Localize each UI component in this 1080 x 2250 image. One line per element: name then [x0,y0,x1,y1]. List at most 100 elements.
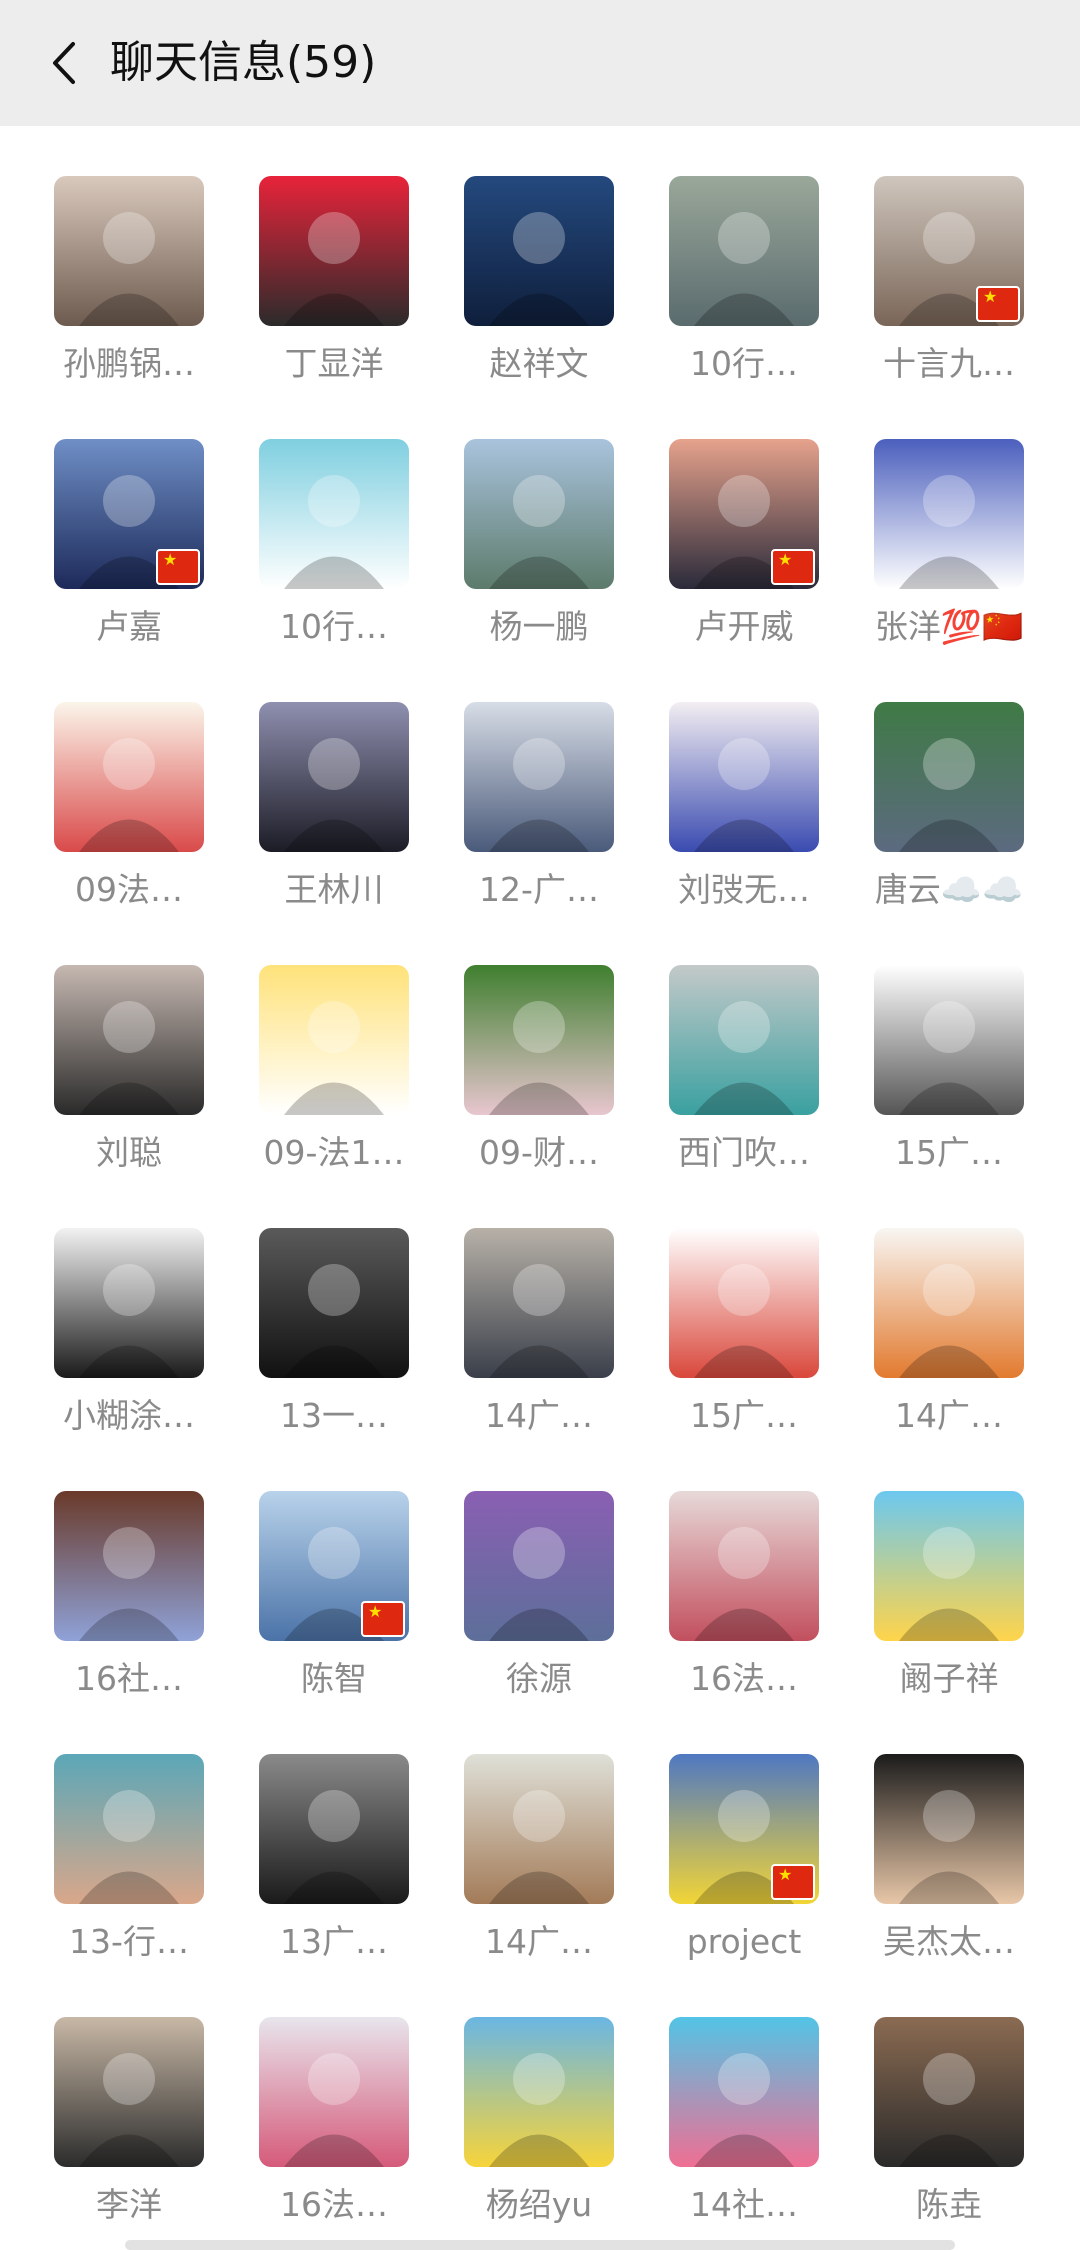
member-item[interactable]: 孙鹏锅… [4,126,204,389]
member-item[interactable]: 16法… [209,1967,409,2230]
member-name: 14广… [895,1396,1003,1435]
member-item[interactable]: 14广… [414,1178,614,1441]
avatar-woman-with-baby [54,176,204,326]
avatar-man-in-suit [259,1228,409,1378]
member-item[interactable]: 徐源 [414,1441,614,1704]
member-item[interactable]: 刘弢无… [619,652,819,915]
member-item[interactable]: 卢开威 [619,389,819,652]
member-item[interactable]: 陈智 [209,1441,409,1704]
member-item[interactable]: 李洋 [4,1967,204,2230]
member-item[interactable]: 14社… [619,1967,819,2230]
avatar-man-in-suit [464,176,614,326]
member-item[interactable]: 09-财… [414,915,614,1178]
avatar-sky-jumper [259,1491,409,1641]
member-item[interactable]: 西门吹… [619,915,819,1178]
member-item[interactable]: 09法… [4,652,204,915]
member-item[interactable]: 杨一鹏 [414,389,614,652]
avatar-cartoon-tom-cat [464,1491,614,1641]
member-item[interactable]: 13广… [209,1704,409,1967]
member-name: 15广… [895,1133,1003,1172]
avatar-two-photos [874,1754,1024,1904]
avatar-pikachu [464,2017,614,2167]
member-name: 丁显洋 [284,344,384,383]
member-item[interactable]: 杨绍yu [414,1967,614,2230]
member-name: 唐云☁️☁️ [874,870,1024,909]
member-name: 刘弢无… [678,870,810,909]
member-item[interactable]: 王林川 [209,652,409,915]
member-item[interactable]: 吴杰太… [824,1704,1024,1967]
member-item[interactable]: project [619,1704,819,1967]
avatar-anime-pink-hair [259,2017,409,2167]
member-item[interactable]: 15广… [619,1178,819,1441]
member-name: 14社… [690,2185,798,2224]
member-item[interactable]: 13-行… [4,1704,204,1967]
member-item[interactable]: 张洋💯🇨🇳 [824,389,1024,652]
member-item[interactable]: 丁显洋 [209,126,409,389]
avatar-child-garden [464,965,614,1115]
avatar-dark-warrior [259,1754,409,1904]
avatar-young-boy [464,702,614,852]
member-item[interactable]: 小糊涂… [4,1178,204,1441]
back-button[interactable] [30,28,100,98]
member-item[interactable]: 刘聪 [4,915,204,1178]
member-name: 13一… [280,1396,388,1435]
member-name: 陈垚 [916,2185,982,2224]
member-item[interactable]: 赵祥文 [414,126,614,389]
china-flag-icon [771,1864,815,1900]
member-name: 卢开威 [694,607,794,646]
member-item[interactable]: 14广… [824,1178,1024,1441]
member-name: 孙鹏锅… [63,344,195,383]
member-item[interactable]: 14广… [414,1704,614,1967]
member-item[interactable]: 十言九… [824,126,1024,389]
member-item[interactable]: 陈垚 [824,1967,1024,2230]
china-flag-icon [156,549,200,585]
member-item[interactable]: 10行… [209,389,409,652]
china-flag-icon [361,1601,405,1637]
avatar-child-airplane [669,1491,819,1641]
member-item[interactable]: 16社… [4,1441,204,1704]
avatar-couple-selfie [54,965,204,1115]
member-item[interactable]: 15广… [824,915,1024,1178]
avatar-child-outdoors [669,176,819,326]
member-name: 杨绍yu [485,2185,593,2224]
member-item[interactable]: 09-法1… [209,915,409,1178]
chevron-left-icon [53,42,75,84]
avatar-man-at-board [464,1228,614,1378]
avatar-hooded-man [54,1491,204,1641]
avatar-scenic-sky [464,439,614,589]
avatar-muscular-man [874,702,1024,852]
member-name: 西门吹… [678,1133,810,1172]
avatar-cartoon-pig-split [874,1491,1024,1641]
member-item[interactable]: 阚子祥 [824,1441,1024,1704]
member-name: 09-法1… [263,1133,405,1172]
member-name: 16法… [280,2185,388,2224]
member-name: 李洋 [96,2185,162,2224]
member-name: 12-广… [479,870,599,909]
member-name: 十言九… [883,344,1015,383]
avatar-lake-landscape [54,439,204,589]
avatar-torso [874,176,1024,326]
avatar-cartoon-cat-boy [874,439,1024,589]
member-item[interactable]: 16法… [619,1441,819,1704]
member-name: 卢嘉 [96,607,162,646]
member-name: 09-财… [479,1133,599,1172]
member-item[interactable]: 唐云☁️☁️ [824,652,1024,915]
member-item[interactable]: 12-广… [414,652,614,915]
member-name: 小糊涂… [63,1396,195,1435]
member-name: 陈智 [301,1659,367,1698]
member-name: 13广… [280,1922,388,1961]
member-name: 王林川 [284,870,384,909]
member-name: 赵祥文 [489,344,589,383]
avatar-pink-bear [669,2017,819,2167]
member-name: 16社… [75,1659,183,1698]
member-item[interactable]: 13一… [209,1178,409,1441]
avatar-stitch-art [669,702,819,852]
member-name: 15广… [690,1396,798,1435]
avatar-man-gaming [54,2017,204,2167]
member-item[interactable]: 10行… [619,126,819,389]
member-name: 16法… [690,1659,798,1698]
member-name: 13-行… [69,1922,189,1961]
avatar-teddy-bear [464,1754,614,1904]
avatar-sketch-face [874,965,1024,1115]
member-item[interactable]: 卢嘉 [4,389,204,652]
